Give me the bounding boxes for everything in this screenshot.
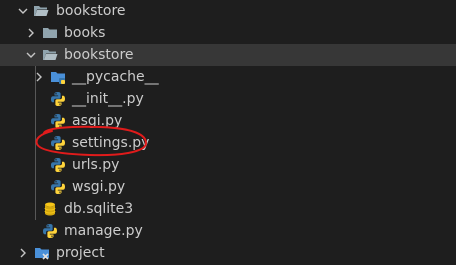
tree-item-books[interactable]: books <box>0 22 456 44</box>
chevron-right-icon[interactable] <box>33 66 45 88</box>
tree-item-label: __pycache__ <box>72 69 159 85</box>
tree-item-init-py[interactable]: __init__.py <box>0 88 456 110</box>
folder-open-icon <box>33 3 49 19</box>
tree-item-project[interactable]: project <box>0 242 456 264</box>
tree-item-label: project <box>56 245 105 261</box>
tree-item-label: asgi.py <box>72 113 123 129</box>
tree-item-bookstore-root[interactable]: bookstore <box>0 0 456 22</box>
python-icon <box>50 157 66 173</box>
tree-item-bookstore-inner[interactable]: bookstore <box>0 44 456 66</box>
tree-item-label: urls.py <box>72 157 120 173</box>
tree-item-asgi-py[interactable]: asgi.py <box>0 110 456 132</box>
tree-item-label: wsgi.py <box>72 179 126 195</box>
tree-item-urls-py[interactable]: urls.py <box>0 154 456 176</box>
tree-item-label: settings.py <box>72 135 150 151</box>
folder-icon <box>42 25 58 41</box>
folder-open-icon <box>42 47 58 63</box>
tree-item-manage-py[interactable]: manage.py <box>0 220 456 242</box>
python-icon <box>50 91 66 107</box>
python-icon <box>50 135 66 151</box>
folder-tools-icon <box>34 245 50 261</box>
python-icon <box>50 179 66 195</box>
folder-pycache-icon <box>50 69 66 85</box>
file-explorer: bookstore books bookstore __pycache__ __… <box>0 0 456 265</box>
tree-item-label: manage.py <box>64 223 143 239</box>
python-icon <box>50 113 66 129</box>
tree-item-label: db.sqlite3 <box>64 201 134 217</box>
chevron-down-icon[interactable] <box>25 44 37 66</box>
tree-item-label: __init__.py <box>72 91 144 107</box>
tree-item-label: bookstore <box>56 3 126 19</box>
tree-item-settings-py[interactable]: settings.py <box>0 132 456 154</box>
chevron-down-icon[interactable] <box>17 0 29 22</box>
tree-item-wsgi-py[interactable]: wsgi.py <box>0 176 456 198</box>
python-icon <box>42 223 58 239</box>
tree-item-label: bookstore <box>64 47 134 63</box>
chevron-right-icon[interactable] <box>25 22 37 44</box>
tree-item-pycache[interactable]: __pycache__ <box>0 66 456 88</box>
tree-item-db-sqlite3[interactable]: db.sqlite3 <box>0 198 456 220</box>
tree-item-label: books <box>64 25 106 41</box>
chevron-right-icon[interactable] <box>17 242 29 264</box>
database-icon <box>42 201 58 217</box>
